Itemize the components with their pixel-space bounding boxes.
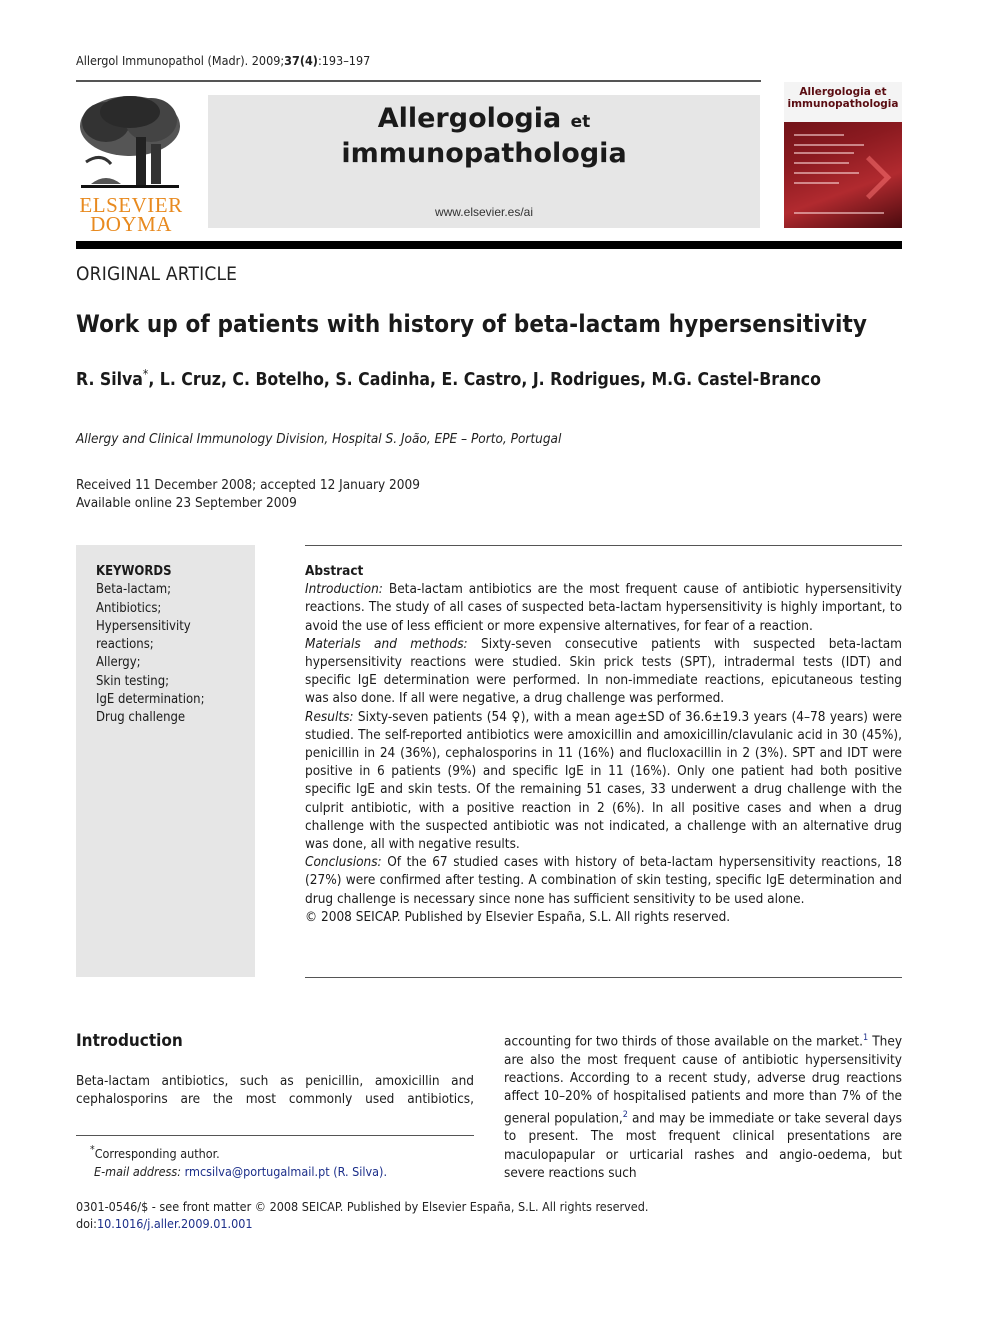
cover-title-line2: immunopathologia [787,98,899,110]
doi-line: doi:10.1016/j.aller.2009.01.001 [76,1215,648,1232]
logo-text-doyma: DOYMA [90,212,172,236]
abstract-label: Results: [305,708,354,725]
email-author-name: (R. Silva). [333,1164,388,1180]
page-footer: 0301-0546/$ - see front matter © 2008 SE… [76,1198,648,1232]
article-dates: Received 11 December 2008; accepted 12 J… [76,476,420,512]
abstract-introduction: Introduction: Beta-lactam antibiotics ar… [305,580,902,635]
cover-decoration [794,144,864,146]
cover-title: Allergologia et immunopathologia [784,86,902,110]
email-label: E-mail address: [94,1164,182,1180]
abstract-copyright: © 2008 SEICAP. Published by Elsevier Esp… [305,908,731,925]
doi-label: doi: [76,1216,97,1231]
keyword-item: IgE determination; [96,692,205,708]
introduction-heading: Introduction [76,1031,183,1051]
introduction-paragraph-col1: Beta-lactam antibiotics, such as penicil… [76,1073,474,1108]
keyword-item: Drug challenge [96,710,186,726]
cover-decoration [794,172,859,174]
footnote-email-line: E-mail address: rmcsilva@portugalmail.pt… [90,1163,387,1181]
keyword-item: Antibiotics; [96,600,162,616]
abstract-label: Conclusions: [305,854,382,871]
abstract-conclusions: Conclusions: Of the 67 studied cases wit… [305,853,902,908]
introduction-paragraph-col2: accounting for two thirds of those avail… [504,1029,902,1182]
abstract-label: Materials and methods: [305,635,468,652]
journal-url-link[interactable]: www.elsevier.es/ai [208,205,760,219]
email-link[interactable]: rmcsilva@portugalmail.pt [185,1164,330,1179]
abstract-label: Introduction: [305,581,383,598]
abstract-text: Beta-lactam antibiotics are the most fre… [305,581,902,634]
abstract-section: Abstract Introduction: Beta-lactam antib… [305,562,902,926]
header-rule [76,80,761,82]
body-text: accounting for two thirds of those avail… [504,1033,864,1050]
author-first: R. Silva [76,369,143,390]
author-others: , L. Cruz, C. Botelho, S. Cadinha, E. Ca… [148,369,821,390]
available-date: Available online 23 September 2009 [76,495,297,511]
abstract-top-rule [305,545,902,546]
journal-cover-image: Allergologia et immunopathologia [784,82,902,228]
citation-volume: 37(4) [284,53,318,68]
abstract-bottom-rule [305,977,902,978]
doi-link[interactable]: 10.1016/j.aller.2009.01.001 [97,1216,253,1231]
cover-decoration [794,134,844,136]
affiliation: Allergy and Clinical Immunology Division… [76,431,562,447]
cover-chevron-icon [847,155,892,200]
elsevier-doyma-logo: ELSEVIER DOYMA [76,92,186,236]
keywords-box: KEYWORDS Beta-lactam; Antibiotics; Hyper… [76,545,255,977]
footnote-rule [76,1135,474,1136]
journal-title-line2: immunopathologia [341,138,627,169]
cover-decoration [794,182,839,184]
article-title: Work up of patients with history of beta… [76,310,868,338]
header-thick-rule [76,241,902,249]
abstract-text: Sixty-seven patients (54 ♀), with a mean… [305,708,902,853]
abstract-results: Results: Sixty-seven patients (54 ♀), wi… [305,708,902,854]
keyword-item: Allergy; [96,655,141,671]
abstract-text: Of the 67 studied cases with history of … [305,854,902,907]
keyword-item: Beta-lactam; [96,582,172,598]
tree-logo-icon [80,96,180,188]
abstract-methods: Materials and methods: Sixty-seven conse… [305,635,902,708]
author-list: R. Silva*, L. Cruz, C. Botelho, S. Cadin… [76,367,821,390]
journal-citation: Allergol Immunopathol (Madr). 2009;37(4)… [76,53,370,68]
cover-header: Allergologia et immunopathologia [784,82,902,122]
cover-title-line1: Allergologia et [799,86,887,98]
citation-pages: :193–197 [317,53,371,68]
keyword-item: Hypersensitivity reactions; [96,618,191,653]
journal-title: Allergologia et immunopathologia [208,103,760,170]
cover-decoration [794,212,884,214]
footnote: *Corresponding author. E-mail address: r… [90,1141,387,1181]
keyword-item: Skin testing; [96,673,170,689]
cover-decoration [794,152,854,154]
issn-line: 0301-0546/$ - see front matter © 2008 SE… [76,1199,649,1214]
journal-title-line1: Allergologia [377,103,562,134]
cover-decoration [794,162,849,164]
footnote-corresponding: *Corresponding author. [90,1141,387,1163]
citation-prefix: Allergol Immunopathol (Madr). 2009; [76,53,285,68]
received-date: Received 11 December 2008; accepted 12 J… [76,477,420,493]
keywords-title: KEYWORDS [96,564,172,579]
article-type: ORIGINAL ARTICLE [76,263,238,285]
abstract-heading: Abstract [305,563,364,579]
journal-title-et: et [570,112,591,132]
journal-banner: Allergologia et immunopathologia www.els… [208,95,760,228]
footnote-text: Corresponding author. [94,1146,220,1162]
